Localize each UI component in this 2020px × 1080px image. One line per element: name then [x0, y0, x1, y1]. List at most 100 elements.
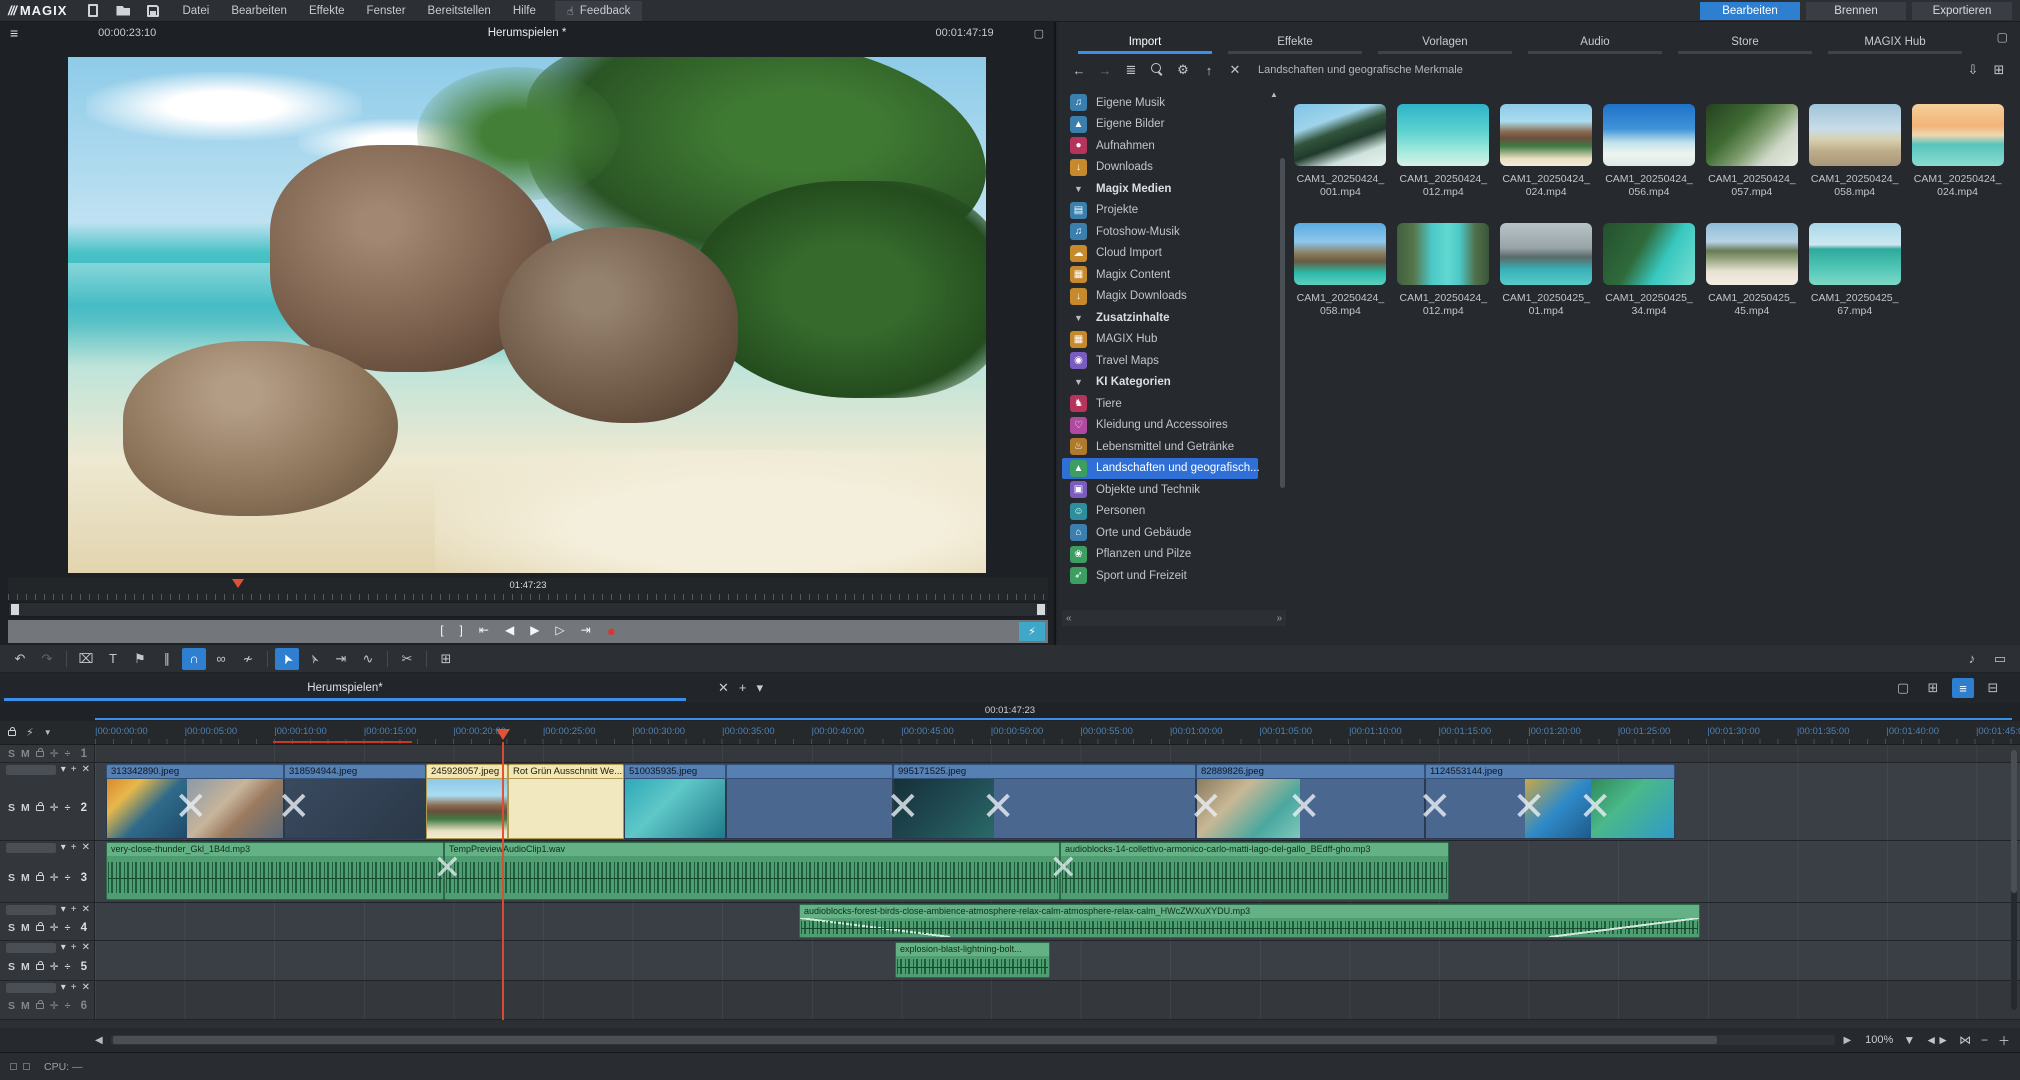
tree-item-personen[interactable]: ☺Personen	[1062, 501, 1258, 523]
timeline-clip[interactable]: 510035935.jpeg	[624, 764, 726, 839]
new-project-button[interactable]	[83, 2, 103, 20]
open-project-button[interactable]	[113, 2, 133, 20]
tree-item-magix-content[interactable]: ▦Magix Content	[1062, 264, 1258, 286]
track-name-field[interactable]	[6, 905, 56, 915]
jump-start-button[interactable]: ⇤	[479, 624, 489, 639]
track-content-1[interactable]	[95, 745, 2020, 762]
scroll-right-icon[interactable]: ▶	[1843, 1035, 1851, 1046]
ratio-icon[interactable]: ÷	[65, 922, 71, 934]
ratio-icon[interactable]: ÷	[65, 748, 71, 760]
timeline-clip[interactable]: 245928057.jpeg	[426, 764, 508, 839]
audio-clip[interactable]: explosion-blast-lightning-bolt...	[895, 942, 1050, 978]
audio-clip[interactable]: audioblocks-forest-birds-close-ambience-…	[799, 904, 1700, 938]
preview-menu-icon[interactable]: ≡	[10, 25, 18, 41]
project-tab-menu-icon[interactable]: ▾	[757, 680, 764, 696]
ratio-icon[interactable]: ÷	[65, 961, 71, 973]
detach-preview-icon[interactable]: ▢	[1034, 27, 1044, 40]
preview-scrub-ruler[interactable]: 01:47:23	[8, 578, 1048, 600]
menu-bereitstellen[interactable]: Bereitstellen	[419, 2, 500, 20]
track-menu-icon[interactable]: ▾	[61, 765, 66, 775]
audio-clip[interactable]: audioblocks-14-collettivo-armonico-carlo…	[1060, 842, 1449, 900]
add-track-icon[interactable]: +	[71, 765, 77, 775]
lock-icon[interactable]	[36, 875, 44, 881]
menu-fenster[interactable]: Fenster	[358, 2, 415, 20]
feedback-button[interactable]: ☝Feedback	[555, 1, 643, 21]
group-button[interactable]: ∞	[209, 648, 233, 670]
media-file-item[interactable]: CAM1_20250425_45.mp4	[1703, 223, 1800, 318]
tree-item-landschaften-und-geografisch[interactable]: ▲Landschaften und geografisch...	[1062, 458, 1258, 480]
timeline-clip[interactable]	[726, 764, 893, 839]
timeline-overview-bar[interactable]: 00:01:47:23	[0, 703, 2020, 721]
audio-record-button[interactable]: ⚡	[1019, 622, 1045, 641]
previous-frame-button[interactable]: ◀	[505, 624, 514, 639]
tab-magix-hub[interactable]: MAGIX Hub	[1820, 28, 1970, 54]
media-file-item[interactable]: CAM1_20250424_001.mp4	[1292, 104, 1389, 199]
clear-button[interactable]: ✕	[1224, 59, 1246, 81]
add-track-icon[interactable]: +	[71, 905, 77, 915]
play-button[interactable]: ▶	[530, 624, 539, 639]
zoom-fit-button[interactable]: ⊞	[434, 648, 458, 670]
mode-brennen-button[interactable]: Brennen	[1806, 2, 1906, 20]
mute-button[interactable]: M	[21, 1000, 30, 1012]
solo-button[interactable]: S	[8, 961, 15, 973]
ruler-menu-icon[interactable]: ▼	[44, 728, 52, 737]
mute-button[interactable]: M	[21, 872, 30, 884]
tab-store[interactable]: Store	[1670, 28, 1820, 54]
tab-import[interactable]: Import	[1070, 28, 1220, 54]
tree-item-projekte[interactable]: ▤Projekte	[1062, 200, 1258, 222]
up-level-button[interactable]: ↑	[1198, 59, 1220, 81]
tree-item-sport-und-freizeit[interactable]: ➶Sport und Freizeit	[1062, 565, 1258, 587]
tree-item-magix-hub[interactable]: ▦MAGIX Hub	[1062, 329, 1258, 351]
zoom-fit-horizontal-icon[interactable]: ◄►	[1925, 1033, 1949, 1047]
detach-mediapool-icon[interactable]: ▢	[1997, 30, 2008, 44]
search-button[interactable]	[1146, 59, 1168, 81]
mode-bearbeiten-button[interactable]: Bearbeiten	[1700, 2, 1800, 20]
tree-item-eigene-bilder[interactable]: ▲Eigene Bilder	[1062, 114, 1258, 136]
tree-group-zusatzinhalte[interactable]: ▼Zusatzinhalte	[1062, 307, 1258, 329]
tree-item-travel-maps[interactable]: ◉Travel Maps	[1062, 350, 1258, 372]
transition-icon[interactable]: ✛	[50, 872, 59, 884]
transition-icon[interactable]: ✛	[50, 748, 59, 760]
visible-range-indicator[interactable]	[95, 718, 2012, 720]
tree-scroll-up-icon[interactable]: ▲	[1270, 90, 1282, 99]
title-editor-button[interactable]: T	[101, 648, 125, 670]
close-project-tab-icon[interactable]: ✕	[718, 680, 729, 696]
mouse-mode-all-button[interactable]: ➤	[275, 648, 299, 670]
audio-monitor-button[interactable]: ♪	[1960, 648, 1984, 670]
view-grid-button[interactable]: ⊞	[1988, 59, 2010, 81]
track-content-2[interactable]: 313342890.jpeg318594944.jpeg245928057.jp…	[95, 763, 2020, 840]
redo-button[interactable]: ↷	[35, 648, 59, 670]
keyframe-icon[interactable]: ⚡	[26, 726, 34, 739]
mute-button[interactable]: M	[21, 748, 30, 760]
close-track-icon[interactable]: ✕	[82, 983, 90, 993]
track-name-field[interactable]	[6, 943, 56, 953]
zoom-out-button[interactable]: −	[1981, 1033, 1988, 1047]
track-name-field[interactable]	[6, 765, 56, 775]
tree-item-magix-downloads[interactable]: ↓Magix Downloads	[1062, 286, 1258, 308]
tab-audio[interactable]: Audio	[1520, 28, 1670, 54]
tree-item-fotoshow-musik[interactable]: ♫Fotoshow-Musik	[1062, 221, 1258, 243]
lock-icon[interactable]	[8, 730, 16, 736]
timeline-clip[interactable]: Rot Grün Ausschnitt We...	[508, 764, 624, 839]
audio-clip[interactable]: very-close-thunder_Gkl_1B4d.mp3	[106, 842, 444, 900]
preview-range-bar[interactable]	[8, 602, 1048, 617]
tree-item-pflanzen-und-pilze[interactable]: ❀Pflanzen und Pilze	[1062, 544, 1258, 566]
marker-button[interactable]: ⚑	[128, 648, 152, 670]
preview-video-frame[interactable]	[68, 57, 986, 573]
view-timeline-button[interactable]: ≡	[1952, 678, 1974, 698]
add-track-icon[interactable]: +	[71, 843, 77, 853]
range-handle-left[interactable]	[11, 604, 19, 615]
mute-button[interactable]: M	[21, 802, 30, 814]
solo-button[interactable]: S	[8, 748, 15, 760]
scrub-playhead-marker[interactable]	[232, 579, 244, 594]
tree-group-ki-kategorien[interactable]: ▼KI Kategorien	[1062, 372, 1258, 394]
menu-hilfe[interactable]: Hilfe	[504, 2, 545, 20]
media-file-item[interactable]: CAM1_20250424_024.mp4	[1498, 104, 1595, 199]
save-project-button[interactable]	[143, 2, 163, 20]
solo-button[interactable]: S	[8, 1000, 15, 1012]
range-handle-right[interactable]	[1037, 604, 1045, 615]
mouse-mode-single-button[interactable]: ➢	[302, 648, 326, 670]
timeline-clip[interactable]: 1124553144.jpeg	[1425, 764, 1675, 839]
view-multicam-button[interactable]: ⊟	[1982, 678, 2004, 698]
close-track-icon[interactable]: ✕	[82, 765, 90, 775]
